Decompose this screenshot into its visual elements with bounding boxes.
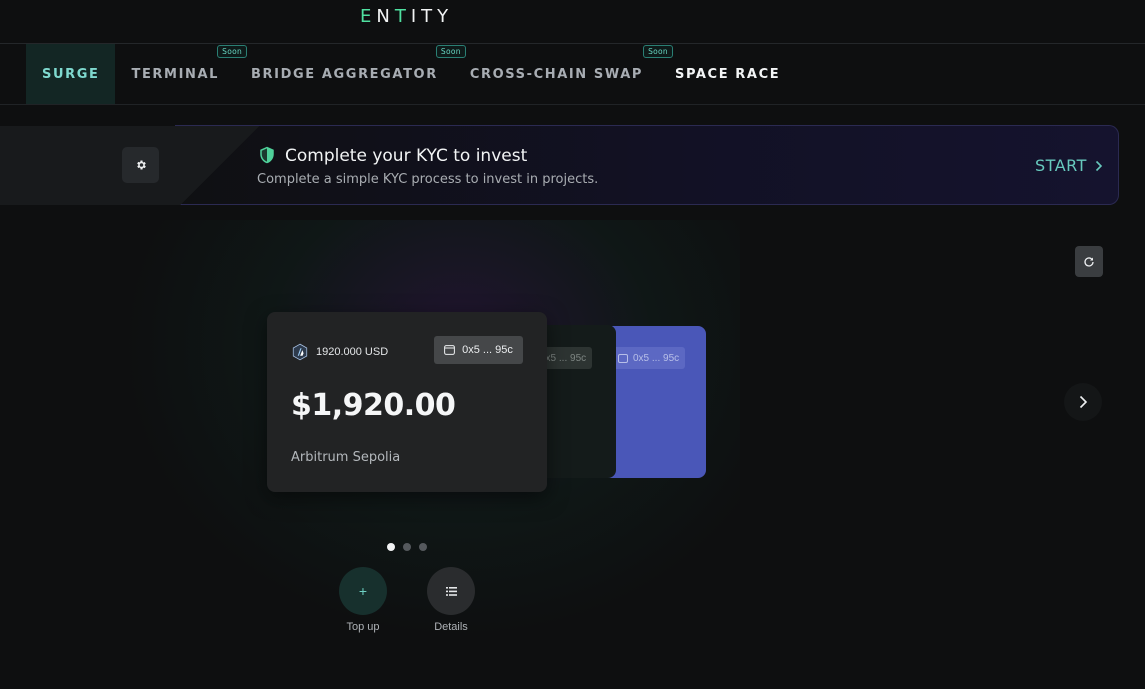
tab-space-race-label: SPACE RACE [675, 66, 781, 82]
entity-logo[interactable]: ENTITY [360, 6, 453, 27]
arbitrum-icon [292, 343, 308, 361]
wallet-card-1[interactable]: 1920.000 USD 0x5 ... 95c $1,920.00 Arbit… [267, 312, 547, 492]
tab-bridge-aggregator-label: BRIDGE AGGREGATOR [251, 66, 438, 82]
main-nav: SURGE TERMINAL Soon BRIDGE AGGREGATOR So… [26, 44, 796, 104]
top-up-action: + Top up [339, 567, 387, 633]
carousel-dot[interactable] [403, 543, 411, 551]
wallet-icon [618, 353, 628, 363]
refresh-icon [1084, 256, 1094, 267]
tab-surge[interactable]: SURGE [26, 44, 116, 104]
carousel-dot[interactable] [419, 543, 427, 551]
card-network: Arbitrum Sepolia [291, 450, 401, 465]
details-button[interactable] [427, 567, 475, 615]
tab-cross-chain-swap[interactable]: CROSS-CHAIN SWAP Soon [454, 44, 673, 104]
kyc-start-button[interactable]: START [1035, 156, 1103, 175]
chevron-right-icon [1079, 395, 1087, 409]
tab-bridge-aggregator[interactable]: BRIDGE AGGREGATOR Soon [235, 44, 466, 104]
carousel-dot[interactable] [387, 543, 395, 551]
settings-button[interactable] [122, 147, 159, 183]
refresh-button[interactable] [1075, 246, 1103, 277]
tab-terminal-label: TERMINAL [131, 66, 220, 82]
tab-surge-label: SURGE [42, 66, 100, 82]
kyc-title: Complete your KYC to invest [285, 146, 528, 166]
banner-notch [175, 126, 265, 205]
tab-terminal[interactable]: TERMINAL Soon [115, 44, 248, 104]
kyc-subtitle: Complete a simple KYC process to invest … [257, 172, 599, 187]
top-up-label: Top up [346, 621, 380, 633]
gear-icon [136, 160, 146, 170]
kyc-start-label: START [1035, 156, 1087, 175]
card-balance: $1,920.00 [291, 388, 456, 423]
token-amount: 1920.000 USD [316, 346, 389, 358]
tab-space-race[interactable]: SPACE RACE [659, 44, 796, 104]
details-label: Details [434, 621, 468, 633]
shield-check-icon [260, 146, 274, 164]
nav-divider [0, 104, 1145, 105]
details-action: Details [427, 567, 475, 633]
address-text: 0x5 ... 95c [633, 352, 680, 364]
list-icon [445, 586, 457, 596]
carousel-next-button[interactable] [1064, 383, 1102, 421]
top-up-button[interactable]: + [339, 567, 387, 615]
carousel-pagination [387, 543, 427, 551]
address-chip[interactable]: 0x5 ... 95c [434, 336, 523, 364]
plus-icon: + [358, 583, 368, 599]
token-info: 1920.000 USD [291, 343, 388, 361]
wallet-icon [444, 345, 456, 355]
chevron-right-icon [1095, 160, 1102, 171]
address-text: 0x5 ... 95c [462, 344, 513, 356]
tab-cross-chain-swap-label: CROSS-CHAIN SWAP [469, 66, 643, 82]
address-chip: 0x5 ... 95c [612, 347, 686, 369]
